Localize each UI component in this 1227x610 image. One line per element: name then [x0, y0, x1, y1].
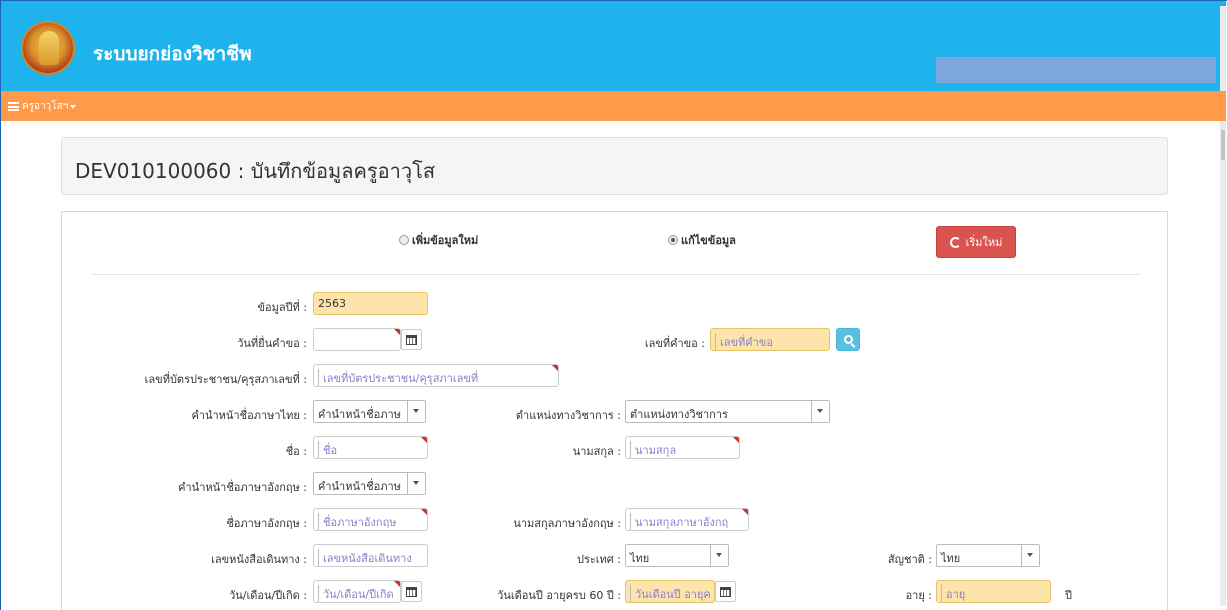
radio-edit-label: แก้ไขข้อมูล [681, 234, 736, 247]
age-unit: ปี [1065, 589, 1072, 602]
request-date-calendar-button[interactable] [401, 329, 422, 350]
request-no-input[interactable]: เลขที่คำขอ [710, 328, 830, 351]
request-date-input[interactable] [313, 328, 401, 351]
last-name-placeholder: นามสกุล [630, 441, 676, 458]
radio-edit[interactable]: แก้ไขข้อมูล [668, 231, 736, 249]
calendar-icon [406, 586, 417, 597]
age60-date-placeholder: วันเดือนปี อายุค [630, 585, 711, 602]
header-user-box [936, 57, 1216, 83]
prefix-en-label: คำนำหน้าชื่อภาษาอังกฤษ : [178, 481, 307, 494]
first-name-en-label: ชื่อภาษาอังกฤษ : [226, 517, 307, 530]
birth-date-placeholder: วัน/เดือน/ปีเกิด [318, 585, 394, 602]
passport-input[interactable]: เลขหนังสือเดินทาง [313, 544, 428, 567]
age60-date-calendar-button[interactable] [715, 581, 736, 602]
nationality-select[interactable]: ไทย [936, 544, 1040, 567]
search-button[interactable] [836, 328, 860, 351]
search-icon [843, 335, 853, 344]
reset-button[interactable]: เริ่มใหม่ [936, 226, 1016, 258]
navbar: ครูอาวุโสฯ [1, 91, 1226, 121]
app-title: ระบบยกย่องวิชาชีพ [93, 43, 252, 65]
prefix-th-value: คำนำหน้าชื่อภาษ [318, 408, 401, 421]
first-name-en-input[interactable]: ชื่อภาษาอังกฤษ [313, 508, 428, 531]
chevron-down-icon [407, 401, 425, 422]
first-name-input[interactable]: ชื่อ [313, 436, 428, 459]
prefix-th-select[interactable]: คำนำหน้าชื่อภาษ [313, 400, 426, 423]
radio-button[interactable] [399, 235, 409, 245]
last-name-en-placeholder: นามสกุลภาษาอังกฤ [630, 513, 728, 530]
reset-button-label: เริ่มใหม่ [965, 236, 1003, 249]
academic-position-select[interactable]: ตำแหน่งทางวิชาการ [625, 400, 830, 423]
request-date-label: วันที่ยื่นคำขอ : [237, 337, 307, 350]
academic-position-value: ตำแหน่งทางวิชาการ [630, 408, 728, 421]
chevron-down-icon [811, 401, 829, 422]
nationality-value: ไทย [941, 552, 961, 565]
first-name-label: ชื่อ : [285, 445, 307, 458]
passport-label: เลขหนังสือเดินทาง : [211, 553, 307, 566]
calendar-icon [720, 586, 731, 597]
radio-add-new[interactable]: เพิ่มข้อมูลใหม่ [399, 231, 478, 249]
country-value: ไทย [630, 552, 650, 565]
nav-menu-label: ครูอาวุโสฯ [22, 101, 69, 112]
age-label: อายุ : [905, 589, 932, 602]
age-input: อายุ [936, 580, 1051, 603]
radio-button-selected[interactable] [668, 235, 678, 245]
logo-emblem-icon [21, 21, 75, 75]
last-name-input[interactable]: นามสกุล [625, 436, 740, 459]
chevron-down-icon [407, 473, 425, 494]
year-label: ข้อมูลปีที่ : [257, 301, 307, 314]
request-no-label: เลขที่คำขอ : [644, 337, 705, 350]
prefix-th-label: คำนำหน้าชื่อภาษาไทย : [191, 409, 307, 422]
caret-down-icon [70, 104, 77, 109]
last-name-en-input[interactable]: นามสกุลภาษาอังกฤ [625, 508, 749, 531]
nav-menu-senior-teacher[interactable]: ครูอาวุโสฯ [8, 99, 77, 114]
chevron-down-icon [710, 545, 728, 566]
id-card-input[interactable]: เลขที่บัตรประชาชน/คุรุสภาเลขที่ [313, 364, 559, 387]
nationality-label: สัญชาติ : [887, 553, 932, 566]
divider [92, 274, 1140, 275]
scrollbar-thumb[interactable] [1221, 130, 1225, 160]
age60-date-input: วันเดือนปี อายุค [625, 580, 715, 603]
birth-date-calendar-button[interactable] [401, 581, 422, 602]
page-title: DEV010100060 : บันทึกข้อมูลครูอาวุโส [75, 159, 436, 183]
age60-date-label: วันเดือนปี อายุครบ 60 ปี : [497, 589, 621, 602]
id-card-label: เลขที่บัตรประชาชน/คุรุสภาเลขที่ : [144, 373, 307, 386]
birth-date-input[interactable]: วัน/เดือน/ปีเกิด [313, 580, 401, 603]
academic-position-label: ตำแหน่งทางวิชาการ : [515, 409, 621, 422]
calendar-icon [406, 334, 417, 345]
last-name-label: นามสกุล : [572, 445, 621, 458]
birth-date-label: วัน/เดือน/ปีเกิด : [229, 589, 307, 602]
chevron-down-icon [1021, 545, 1039, 566]
refresh-icon [949, 236, 961, 248]
year-field: 2563 [313, 292, 428, 315]
form-panel: เพิ่มข้อมูลใหม่ แก้ไขข้อมูล เริ่มใหม่ ข้… [61, 211, 1168, 610]
page-header-panel: DEV010100060 : บันทึกข้อมูลครูอาวุโส [61, 137, 1168, 195]
id-card-placeholder: เลขที่บัตรประชาชน/คุรุสภาเลขที่ [318, 369, 478, 386]
country-label: ประเทศ : [577, 553, 621, 566]
list-icon [8, 102, 19, 111]
country-select[interactable]: ไทย [625, 544, 729, 567]
first-name-en-placeholder: ชื่อภาษาอังกฤษ [318, 513, 396, 530]
app-header: ระบบยกย่องวิชาชีพ [1, 1, 1226, 91]
prefix-en-value: คำนำหน้าชื่อภาษ [318, 480, 401, 493]
prefix-en-select[interactable]: คำนำหน้าชื่อภาษ [313, 472, 426, 495]
passport-placeholder: เลขหนังสือเดินทาง [318, 549, 412, 566]
last-name-en-label: นามสกุลภาษาอังกฤษ : [513, 517, 621, 530]
age-placeholder: อายุ [941, 585, 965, 602]
first-name-placeholder: ชื่อ [318, 441, 337, 458]
radio-add-new-label: เพิ่มข้อมูลใหม่ [412, 234, 479, 247]
request-no-placeholder: เลขที่คำขอ [715, 333, 773, 350]
